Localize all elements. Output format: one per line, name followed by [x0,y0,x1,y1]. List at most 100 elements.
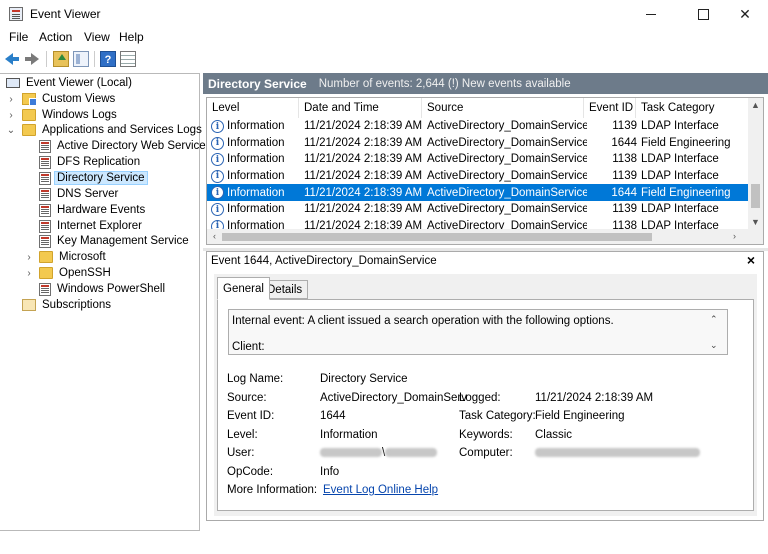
scroll-thumb[interactable] [222,233,652,241]
scroll-down-icon[interactable]: ▼ [748,215,763,229]
menu-file[interactable]: File [9,30,28,44]
tree-item-internet-explorer[interactable]: Internet Explorer [39,218,144,234]
event-log-icon [39,171,51,185]
event-list-vertical-scrollbar[interactable]: ▲ ▼ [748,98,763,229]
event-row[interactable]: i Information 11/21/2024 2:18:39 AM ActiveD… [207,151,749,168]
event-level: Information [227,136,285,149]
tree-item-windows-powershell[interactable]: Windows PowerShell [39,281,167,297]
forward-arrow-icon[interactable] [24,51,40,67]
tree-item-dfs-replication[interactable]: DFS Replication [39,154,142,170]
keywords-label: Keywords: [459,429,513,441]
information-icon: i [211,169,224,183]
tab-general[interactable]: General [217,277,270,300]
logged-label: Logged: [459,392,501,404]
scroll-left-icon[interactable]: ‹ [207,229,222,243]
event-source: ActiveDirectory_DomainService [427,186,587,199]
menu-view[interactable]: View [84,30,110,44]
folder-icon [22,109,36,121]
event-id: 1644 [611,186,637,199]
tree-item-key-management[interactable]: Key Management Service [39,233,191,249]
description-text: Internal event: A client issued a search… [232,315,614,327]
event-id: 1139 [612,120,637,133]
tree-item-openssh[interactable]: OpenSSH [39,265,113,281]
event-count: Number of events: 2,644 (!) New events a… [318,77,571,90]
tree-item-apps-services[interactable]: Applications and Services Logs [22,122,204,138]
menu-action[interactable]: Action [39,30,72,44]
tree-item-dns-server[interactable]: DNS Server [39,186,120,202]
event-id: 1139 [612,203,637,216]
chevron-right-icon[interactable]: › [24,265,34,281]
tree-item-custom-views[interactable]: Custom Views [22,91,117,107]
tree-item-hardware-events[interactable]: Hardware Events [39,202,147,218]
close-button[interactable]: ✕ [722,0,768,28]
event-description[interactable]: Internal event: A client issued a search… [228,309,728,355]
log-name-value: Directory Service [320,373,408,385]
task-category-value: Field Engineering [535,410,625,422]
chevron-right-icon[interactable]: › [6,107,16,123]
back-arrow-icon[interactable] [4,51,20,67]
toolbar: ? [0,48,768,70]
event-task-category: LDAP Interface [641,170,719,183]
event-date: 11/21/2024 2:18:39 AM [304,136,422,149]
properties-icon[interactable] [120,51,136,67]
chevron-down-icon[interactable]: ⌄ [6,122,16,138]
toolbar-separator [46,51,47,67]
event-date: 11/21/2024 2:18:39 AM [304,186,422,199]
event-row[interactable]: i Information 11/21/2024 2:18:39 AM ActiveD… [207,201,749,218]
close-icon[interactable]: × [747,252,755,268]
information-icon: i [211,186,224,200]
content-pane: Directory Service Number of events: 2,64… [203,73,768,531]
toolbar-separator [94,51,95,67]
event-level: Information [227,170,285,183]
event-row[interactable]: i Information 11/21/2024 2:18:39 AM ActiveD… [207,168,749,185]
event-detail-title: Event 1644, ActiveDirectory_DomainServic… [211,255,437,267]
folder-up-icon[interactable] [53,51,69,67]
event-date: 11/21/2024 2:18:39 AM [304,120,422,133]
tree-item-windows-logs[interactable]: Windows Logs [22,107,119,123]
scroll-down-icon[interactable]: ⌄ [710,340,726,352]
event-task-category: Field Engineering [641,136,731,149]
information-icon: i [211,120,224,133]
event-log-online-help-link[interactable]: Event Log Online Help [323,484,438,496]
event-log-icon [39,155,51,169]
help-icon[interactable]: ? [100,51,116,67]
show-hide-pane-icon[interactable] [73,51,89,67]
event-log-icon [39,234,51,248]
log-header: Directory Service Number of events: 2,64… [203,73,768,94]
column-header-date[interactable]: Date and Time [299,98,422,118]
scroll-up-icon[interactable]: ▲ [748,98,763,112]
column-header-source[interactable]: Source [422,98,584,118]
event-row[interactable]: i Information 11/21/2024 2:18:39 AM ActiveD… [207,135,749,152]
chevron-right-icon[interactable]: › [6,91,16,107]
tree-item-microsoft[interactable]: Microsoft [39,249,108,265]
tree-item-root[interactable]: Event Viewer (Local) [6,75,134,91]
minimize-button[interactable] [628,0,674,28]
event-level: Information [227,203,285,216]
event-log-icon [39,203,51,217]
column-header-task-category[interactable]: Task Category [636,98,749,118]
logged-value: 11/21/2024 2:18:39 AM [535,392,654,404]
maximize-button[interactable] [680,0,726,28]
custom-views-folder-icon [22,93,37,106]
scroll-right-icon[interactable]: › [727,229,742,243]
tree-item-ad-web-services[interactable]: Active Directory Web Services [39,138,213,154]
event-log-icon [39,187,51,201]
event-list-horizontal-scrollbar[interactable]: ‹ › [207,229,749,244]
event-row[interactable]: i Information 11/21/2024 2:18:39 AM ActiveD… [207,184,749,201]
event-level: Information [227,153,285,166]
column-header-level[interactable]: Level [207,98,299,118]
tree-item-subscriptions[interactable]: Subscriptions [22,297,113,313]
event-log-icon [39,139,51,153]
column-header-event-id[interactable]: Event ID [584,98,636,118]
menu-help[interactable]: Help [119,30,144,44]
menu-bar: File Action View Help [0,28,768,46]
tree-item-directory-service[interactable]: Directory Service [39,170,148,186]
event-row[interactable]: i Information 11/21/2024 2:18:39 AM ActiveD… [207,118,749,135]
event-list: Level Date and Time Source Event ID Task… [206,97,764,245]
event-task-category: LDAP Interface [641,120,719,133]
information-icon: i [211,203,224,216]
log-title: Directory Service [208,76,307,91]
detail-tabs: General Details Internal event: A client… [214,274,757,516]
chevron-right-icon[interactable]: › [24,249,34,265]
scroll-thumb[interactable] [751,184,760,208]
